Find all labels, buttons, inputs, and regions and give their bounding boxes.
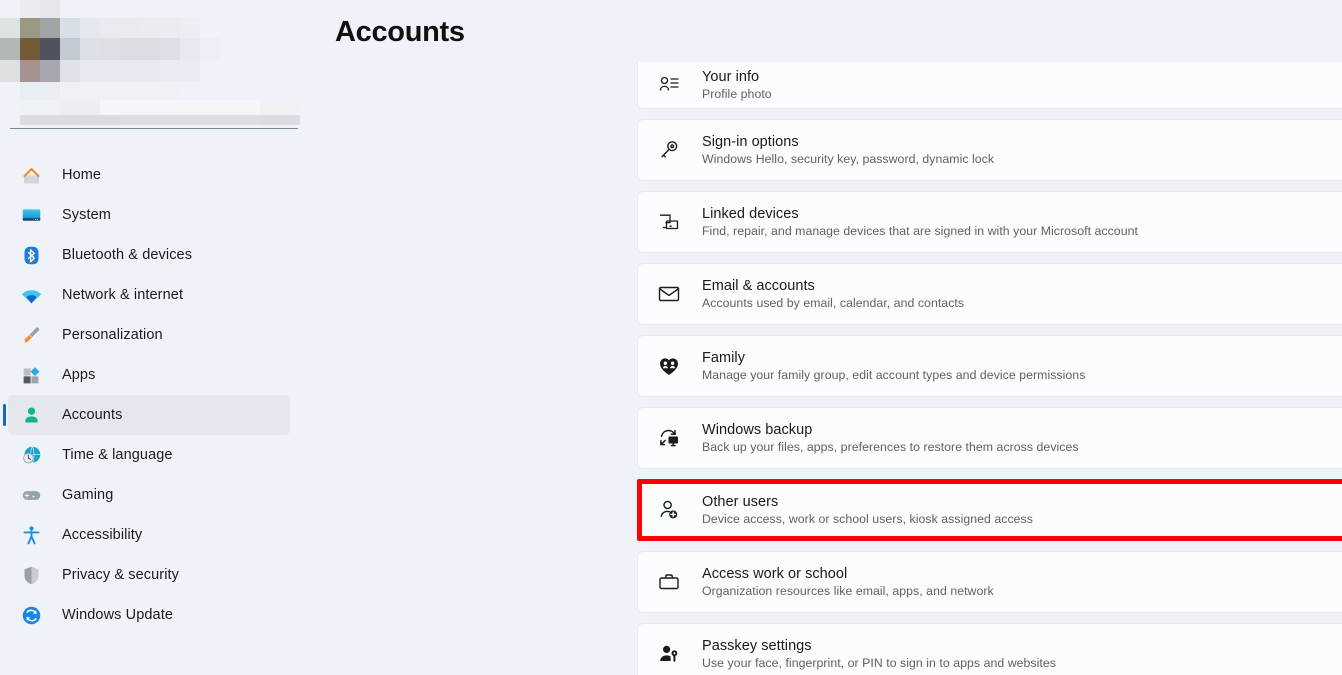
card-title: Your info — [702, 69, 760, 85]
card-text: Your info Profile photo — [702, 69, 1342, 101]
sidebar-item-time-language[interactable]: Time & language — [8, 435, 290, 475]
sidebar-item-gaming[interactable]: Gaming — [8, 475, 290, 515]
sidebar-item-home[interactable]: Home — [8, 155, 290, 195]
sidebar-nav: Home System Bluetooth & devices Network … — [0, 155, 300, 635]
card-subtitle: Profile photo — [702, 87, 772, 101]
system-icon — [20, 204, 42, 226]
card-text: Other users Device access, work or schoo… — [702, 494, 1342, 526]
card-subtitle: Back up your files, apps, preferences to… — [702, 440, 1079, 454]
accessibility-icon — [20, 524, 42, 546]
card-text: Sign-in options Windows Hello, security … — [702, 134, 1342, 166]
windows-update-icon — [20, 604, 42, 626]
settings-card-sign-in-options[interactable]: Sign-in options Windows Hello, security … — [637, 119, 1342, 181]
sidebar-item-apps[interactable]: Apps — [8, 355, 290, 395]
sidebar-item-label: Gaming — [62, 487, 114, 503]
card-subtitle: Manage your family group, edit account t… — [702, 368, 1086, 382]
card-title: Family — [702, 350, 745, 366]
settings-card-access-work-or-school[interactable]: Access work or school Organization resou… — [637, 551, 1342, 613]
main-content: Accounts Your info Profile photo › — [310, 0, 1342, 675]
card-subtitle: Find, repair, and manage devices that ar… — [702, 224, 1138, 238]
redacted-profile-block — [0, 0, 300, 127]
family-heart-icon — [656, 354, 682, 378]
home-icon — [20, 164, 42, 186]
card-text: Linked devices Find, repair, and manage … — [702, 206, 1342, 238]
key-icon — [656, 138, 682, 162]
settings-card-email-accounts[interactable]: Email & accounts Accounts used by email,… — [637, 263, 1342, 325]
sidebar-item-label: Accessibility — [62, 527, 143, 543]
sidebar-item-accessibility[interactable]: Accessibility — [8, 515, 290, 555]
linked-devices-icon — [656, 210, 682, 234]
sidebar-item-label: Accounts — [62, 407, 123, 423]
your-info-icon — [656, 73, 682, 97]
sidebar-item-label: Time & language — [62, 447, 173, 463]
sidebar-item-bluetooth[interactable]: Bluetooth & devices — [8, 235, 290, 275]
sidebar-item-label: Home — [62, 167, 102, 183]
sidebar-item-privacy-security[interactable]: Privacy & security — [8, 555, 290, 595]
sidebar-item-system[interactable]: System — [8, 195, 290, 235]
accounts-icon — [20, 404, 42, 426]
card-text: Access work or school Organization resou… — [702, 566, 1342, 598]
card-subtitle: Device access, work or school users, kio… — [702, 512, 1033, 526]
sidebar: Home System Bluetooth & devices Network … — [0, 0, 310, 675]
personalization-icon — [20, 324, 42, 346]
card-subtitle: Windows Hello, security key, password, d… — [702, 152, 995, 166]
briefcase-icon — [656, 570, 682, 594]
shield-icon — [20, 564, 42, 586]
backup-icon — [656, 426, 682, 450]
card-text: Passkey settings Use your face, fingerpr… — [702, 638, 1342, 670]
card-title: Linked devices — [702, 206, 799, 222]
sidebar-item-label: Personalization — [62, 327, 163, 343]
network-icon — [20, 284, 42, 306]
mosaic-censor-icon — [0, 0, 300, 127]
settings-card-family[interactable]: Family Manage your family group, edit ac… — [637, 335, 1342, 397]
card-title: Passkey settings — [702, 638, 812, 654]
settings-card-windows-backup[interactable]: Windows backup Back up your files, apps,… — [637, 407, 1342, 469]
settings-card-linked-devices[interactable]: Linked devices Find, repair, and manage … — [637, 191, 1342, 253]
settings-card-your-info[interactable]: Your info Profile photo › — [637, 62, 1342, 109]
settings-card-passkey-settings[interactable]: Passkey settings Use your face, fingerpr… — [637, 623, 1342, 675]
time-language-icon — [20, 444, 42, 466]
card-title: Email & accounts — [702, 278, 815, 294]
sidebar-item-network[interactable]: Network & internet — [8, 275, 290, 315]
sidebar-item-label: Windows Update — [62, 607, 174, 623]
page-title: Accounts — [335, 16, 465, 48]
sidebar-item-label: Apps — [62, 367, 96, 383]
card-text: Family Manage your family group, edit ac… — [702, 350, 1342, 382]
sidebar-item-label: Bluetooth & devices — [62, 247, 193, 263]
settings-card-other-users[interactable]: Other users Device access, work or schoo… — [637, 479, 1342, 541]
envelope-icon — [656, 282, 682, 306]
bluetooth-icon — [20, 244, 42, 266]
sidebar-item-label: System — [62, 207, 111, 223]
settings-window: Home System Bluetooth & devices Network … — [0, 0, 1342, 675]
card-subtitle: Use your face, fingerprint, or PIN to si… — [702, 656, 1056, 670]
card-title: Access work or school — [702, 566, 848, 582]
card-text: Windows backup Back up your files, apps,… — [702, 422, 1342, 454]
passkey-icon — [656, 642, 682, 666]
sidebar-item-label: Network & internet — [62, 287, 184, 303]
sidebar-item-windows-update[interactable]: Windows Update — [8, 595, 290, 635]
sidebar-item-personalization[interactable]: Personalization — [8, 315, 290, 355]
card-title: Sign-in options — [702, 134, 799, 150]
sidebar-item-accounts[interactable]: Accounts — [3, 395, 290, 435]
gaming-icon — [20, 484, 42, 506]
card-subtitle: Organization resources like email, apps,… — [702, 584, 994, 598]
settings-card-list: Your info Profile photo › Sign-in option… — [637, 62, 1342, 675]
other-users-icon — [656, 498, 682, 522]
card-text: Email & accounts Accounts used by email,… — [702, 278, 1342, 310]
card-title: Other users — [702, 494, 779, 510]
sidebar-item-label: Privacy & security — [62, 567, 180, 583]
card-title: Windows backup — [702, 422, 813, 438]
apps-icon — [20, 364, 42, 386]
sidebar-divider — [10, 128, 298, 129]
card-subtitle: Accounts used by email, calendar, and co… — [702, 296, 965, 310]
